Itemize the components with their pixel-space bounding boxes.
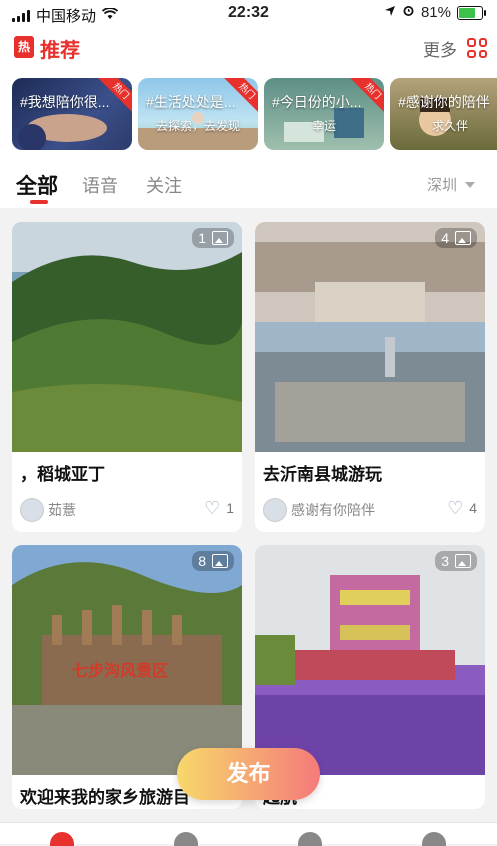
post-title: 去沂南县城游玩 [263, 465, 382, 484]
feed-tabs: 全部 语音 关注 深圳 [0, 156, 497, 208]
author-name[interactable]: 感谢有你陪伴 [291, 500, 375, 520]
post-card[interactable]: 1 ，稻城亚丁 茹薏 ♡ 1 [12, 222, 242, 532]
explore-icon[interactable] [174, 832, 198, 846]
topic-subtitle: 去探索，去发现 [155, 119, 240, 133]
topic-subtitle: 幸运 [311, 119, 336, 133]
more-link[interactable]: 更多 [423, 36, 457, 61]
avatar[interactable] [263, 498, 287, 522]
grid-menu-icon[interactable] [467, 38, 487, 58]
tab-indicator [30, 200, 48, 204]
heart-icon: ♡ [447, 498, 464, 518]
topic-label: #感谢你的陪伴 [398, 94, 490, 110]
sign-text: 七步沟风景区 [72, 663, 169, 680]
topic-card[interactable]: #生活处处是... 去探索，去发现 热门 [138, 78, 258, 150]
status-bar: 中国移动 22:32 81% [0, 0, 497, 26]
location-icon [384, 4, 396, 21]
topic-label: #生活处处是... [146, 94, 236, 110]
alarm-icon [402, 4, 415, 21]
topic-label: #我想陪你很... [20, 94, 110, 110]
post-photo[interactable]: 1 [12, 222, 242, 452]
post-photo[interactable]: 3 [255, 545, 485, 775]
topic-card[interactable]: #感谢你的陪伴 求久伴 [390, 78, 497, 150]
photo-count: 4 [435, 228, 477, 248]
publish-button[interactable]: 发布 [177, 748, 320, 800]
image-icon [455, 231, 471, 245]
battery-percent: 81% [420, 4, 451, 21]
image-icon [455, 554, 471, 568]
photo-count: 8 [192, 551, 234, 571]
battery-icon [457, 5, 486, 20]
like-button[interactable]: ♡ 4 [447, 499, 477, 517]
post-photo[interactable]: 七步沟风景区 8 [12, 545, 242, 775]
post-title: ，稻城亚丁 [20, 465, 105, 484]
image-icon [212, 231, 228, 245]
chevron-down-icon [465, 181, 475, 188]
home-icon[interactable] [50, 832, 74, 846]
image-icon [212, 554, 228, 568]
tab-follow[interactable]: 关注 [146, 172, 182, 198]
topic-label: #今日份的小... [272, 94, 362, 110]
city-selector[interactable]: 深圳 [427, 174, 475, 195]
author-name[interactable]: 茹薏 [48, 500, 76, 520]
topic-subtitle: 求久伴 [431, 119, 468, 133]
message-icon[interactable] [298, 832, 322, 846]
hot-badge-icon: 热 [14, 36, 34, 58]
like-button[interactable]: ♡ 1 [204, 499, 234, 517]
tab-voice[interactable]: 语音 [82, 172, 118, 198]
heart-icon: ♡ [204, 498, 221, 518]
photo-count: 1 [192, 228, 234, 248]
post-card[interactable]: 4 去沂南县城游玩 感谢有你陪伴 ♡ 4 [255, 222, 485, 532]
topic-card[interactable]: #我想陪你很... 热门 [12, 78, 132, 150]
post-photo[interactable]: 4 [255, 222, 485, 452]
header: 热 推荐 更多 [0, 26, 497, 70]
tab-all[interactable]: 全部 [16, 170, 58, 200]
page-title: 推荐 [40, 40, 80, 62]
bottom-tab-bar [0, 822, 497, 846]
topic-carousel[interactable]: #我想陪你很... 热门 #生活处处是... 去探索，去发现 热门 #今日份的小… [0, 70, 497, 156]
city-label: 深圳 [426, 177, 457, 194]
topic-card[interactable]: #今日份的小... 幸运 热门 [264, 78, 384, 150]
photo-count: 3 [435, 551, 477, 571]
avatar[interactable] [20, 498, 44, 522]
profile-icon[interactable] [422, 832, 446, 846]
